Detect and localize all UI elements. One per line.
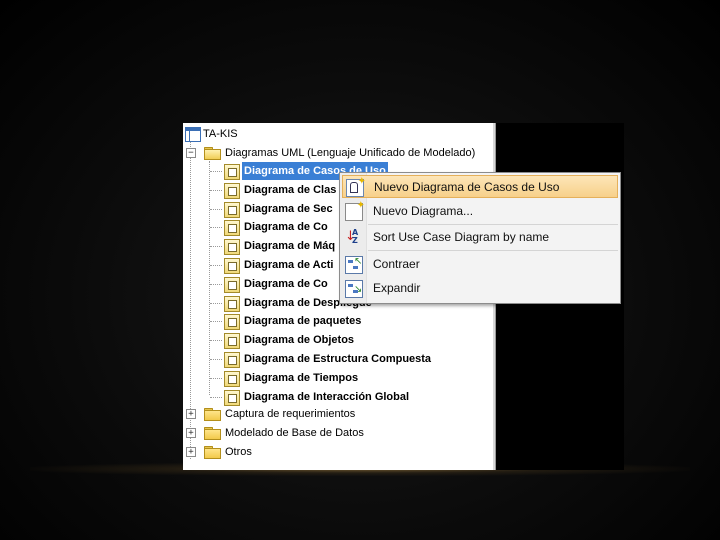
diagram-icon (224, 220, 240, 236)
tree-folder-label: Modelado de Base de Datos (225, 427, 364, 439)
context-menu: ✦ Nuevo Diagrama de Casos de Uso ✦ Nuevo… (339, 172, 621, 304)
collapse-expander-icon[interactable]: − (186, 148, 196, 158)
screenshot-frame: TA-KIS − Diagramas UML (Lenguaje Unifica… (183, 123, 624, 470)
project-icon (185, 127, 201, 142)
diagram-icon (224, 371, 240, 387)
tree-root-label: TA-KIS (203, 128, 238, 140)
diagram-icon (224, 258, 240, 274)
diagram-icon (224, 390, 240, 406)
tree-item-label: Diagrama de Clas (244, 184, 337, 196)
menu-separator (368, 250, 618, 251)
tree-item-label: Diagrama de Máq (244, 240, 336, 252)
expand-icon: ↘ (345, 280, 363, 298)
tree-item-label: Diagrama de Co (244, 278, 328, 290)
diagram-icon (224, 296, 240, 312)
folder-icon (204, 446, 221, 459)
diagram-icon (224, 239, 240, 255)
new-use-case-diagram-icon: ✦ (346, 177, 366, 197)
menu-item-sort-by-name[interactable]: ↓ A Z Sort Use Case Diagram by name (342, 226, 618, 249)
menu-item-new-diagram[interactable]: ✦ Nuevo Diagrama... (342, 200, 618, 223)
menu-item-collapse[interactable]: ↖ Contraer (342, 253, 618, 276)
collapse-icon: ↖ (345, 256, 363, 274)
menu-item-label: Expandir (373, 281, 421, 295)
diagram-icon (224, 202, 240, 218)
open-folder-icon (204, 147, 221, 160)
sort-az-icon: ↓ A Z (345, 228, 359, 245)
tree-item-label: Diagrama de Tiempos (244, 372, 359, 384)
folder-icon (204, 427, 221, 440)
menu-item-label: Sort Use Case Diagram by name (373, 230, 550, 244)
menu-item-label: Nuevo Diagrama de Casos de Uso (374, 180, 560, 194)
tree-item-label: Diagrama de Objetos (244, 334, 355, 346)
tree-folder-label: Captura de requerimientos (225, 408, 356, 420)
diagram-icon (224, 183, 240, 199)
menu-item-new-use-case-diagram[interactable]: ✦ Nuevo Diagrama de Casos de Uso (342, 175, 618, 198)
folder-icon (204, 408, 221, 421)
tree-item-label: Diagrama de Interacción Global (244, 391, 410, 403)
tree-folder-label: Otros (225, 446, 252, 458)
menu-item-expand[interactable]: ↘ Expandir (342, 277, 618, 300)
menu-separator (368, 224, 618, 225)
tree-item-label: Diagrama de paquetes (244, 315, 362, 327)
expand-expander-icon[interactable]: + (186, 447, 196, 457)
tree-folder-label: Diagramas UML (Lenguaje Unificado de Mod… (225, 147, 476, 159)
expand-expander-icon[interactable]: + (186, 409, 196, 419)
tree-item-label: Diagrama de Co (244, 221, 328, 233)
diagram-icon (224, 333, 240, 349)
tree-item-label: Diagrama de Sec (244, 203, 333, 215)
menu-item-label: Contraer (373, 257, 420, 271)
tree-item-label: Diagrama de Acti (244, 259, 334, 271)
expand-expander-icon[interactable]: + (186, 428, 196, 438)
diagram-icon (224, 314, 240, 330)
new-diagram-icon: ✦ (345, 201, 365, 221)
diagram-icon (224, 352, 240, 368)
menu-item-label: Nuevo Diagrama... (373, 204, 474, 218)
tree-item-label: Diagrama de Estructura Compuesta (244, 353, 432, 365)
diagram-icon (224, 164, 240, 180)
diagram-icon (224, 277, 240, 293)
